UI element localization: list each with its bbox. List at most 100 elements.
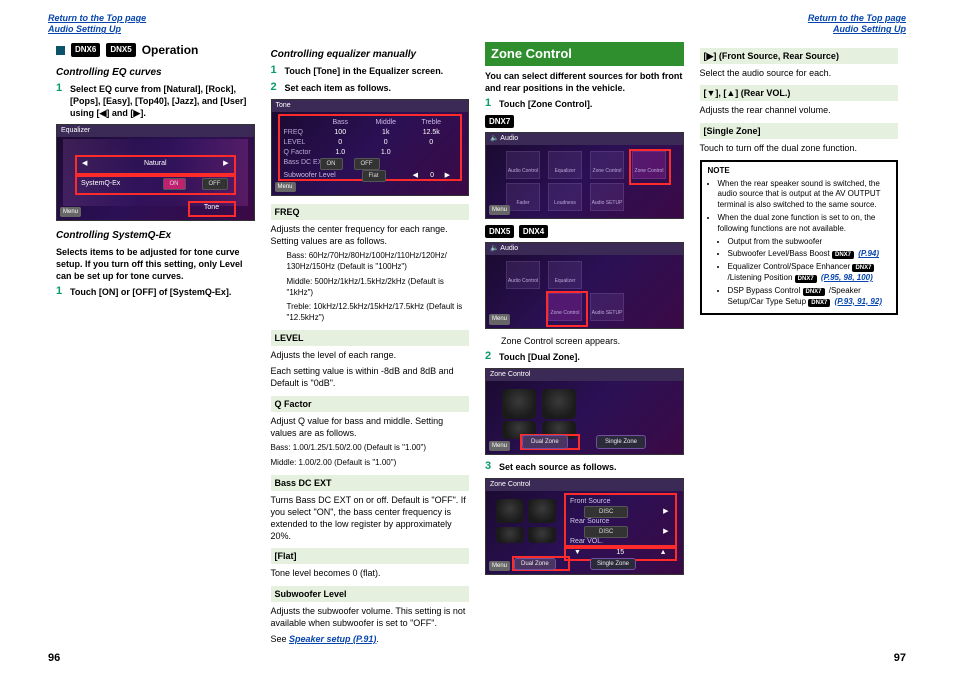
model-chip-dnx4: DNX4 bbox=[519, 225, 548, 238]
tone-btn-highlight: Tone bbox=[188, 201, 236, 217]
hdr-link-right[interactable]: Return to the Top page Audio Setting Up bbox=[808, 13, 906, 36]
nat-row-highlight: ◀ Natural ▶ bbox=[75, 155, 236, 175]
tone-grid-highlight: Bass Middle Treble FREQ LEVEL Q Factor B… bbox=[278, 114, 463, 181]
dual-zone-button: Dual Zone bbox=[522, 435, 568, 449]
hdr-link-left[interactable]: Return to the Top page Audio Setting Up bbox=[48, 13, 146, 36]
arrow-right-icon: ▶ bbox=[223, 159, 228, 168]
tile-equalizer: Equalizer bbox=[548, 261, 582, 289]
operation-text: Operation bbox=[142, 42, 199, 58]
step-text: Set each source as follows. bbox=[499, 461, 684, 473]
note-list: When the rear speaker sound is switched,… bbox=[708, 179, 891, 235]
eq-curves-heading: Controlling EQ curves bbox=[56, 66, 255, 80]
col-2: Controlling equalizer manually 1Touch [T… bbox=[263, 42, 478, 643]
page-num-left: 96 bbox=[48, 652, 60, 664]
step-num: 1 bbox=[56, 286, 66, 298]
step: 1Touch [Zone Control]. bbox=[485, 98, 684, 110]
dcx-text: Turns Bass DC EXT on or off. Default is … bbox=[271, 494, 470, 543]
model-chip: DNX7 bbox=[808, 299, 830, 307]
note-subitem: Equalizer Control/Space Enhancer DNX7 /L… bbox=[728, 262, 891, 284]
row-freq: FREQ bbox=[284, 128, 303, 137]
model-chip: DNX7 bbox=[803, 288, 825, 296]
note-subitem: Output from the subwoofer bbox=[728, 237, 891, 248]
tone-label: Tone bbox=[204, 204, 219, 211]
zone-intro: You can select different sources for bot… bbox=[485, 70, 684, 94]
col-4: [▶] (Front Source, Rear Source) Select t… bbox=[692, 42, 907, 643]
screenshot-audio-menu-7: 🔈 Audio Audio Control Equalizer Zone Con… bbox=[485, 132, 684, 219]
page-link[interactable]: (P.94) bbox=[858, 249, 879, 258]
shot-titlebar: Tone bbox=[272, 100, 469, 112]
tile-audio-control: Audio Control bbox=[506, 261, 540, 289]
menu-button: Menu bbox=[275, 182, 296, 192]
step-text: Touch [ON] or [OFF] of [SystemQ-Ex]. bbox=[70, 286, 255, 298]
manual-spread: Return to the Top page Audio Setting Up … bbox=[0, 0, 954, 677]
arrow-right-icon: ▶ bbox=[445, 171, 450, 180]
step: 1 Touch [ON] or [OFF] of [SystemQ-Ex]. bbox=[56, 286, 255, 298]
note-box: NOTE When the rear speaker sound is swit… bbox=[700, 160, 899, 316]
audio-setting-link[interactable]: Audio Setting Up bbox=[48, 24, 121, 34]
page-link[interactable]: (P.93, 91, 92) bbox=[835, 297, 882, 306]
qf-bass: Bass: 1.00/1.25/1.50/2.00 (Default is "1… bbox=[271, 443, 470, 454]
level-t1: Adjusts the level of each range. bbox=[271, 349, 470, 361]
single-zone-button: Single Zone bbox=[590, 558, 636, 570]
step: 3Set each source as follows. bbox=[485, 461, 684, 473]
model-chip-dnx5: DNX5 bbox=[485, 225, 514, 238]
screenshot-dual-zone: Zone Control Dual Zone Single Zone Menu bbox=[485, 368, 684, 455]
row-qf: Q Factor bbox=[284, 148, 311, 157]
seat-icon bbox=[528, 527, 556, 543]
zone-after: Zone Control screen appears. bbox=[485, 335, 684, 347]
audio-setting-link[interactable]: Audio Setting Up bbox=[833, 24, 906, 34]
tile-zone-control-hl: Zone Control bbox=[632, 151, 666, 179]
freq-heading: FREQ bbox=[271, 204, 470, 220]
tile-zone-control-hl: Zone Control bbox=[548, 293, 582, 321]
sysqex-desc: Selects items to be adjusted for tone cu… bbox=[56, 246, 255, 282]
menu-button: Menu bbox=[489, 561, 510, 571]
col-bass: Bass bbox=[318, 118, 364, 127]
dcx-heading: Bass DC EXT bbox=[271, 475, 470, 491]
on-btn: ON bbox=[320, 158, 343, 170]
freq-mid: Middle: 500Hz/1kHz/1.5kHz/2kHz (Default … bbox=[271, 277, 470, 299]
val-l: 0 bbox=[409, 138, 455, 147]
freq-bass: Bass: 60Hz/70Hz/80Hz/100Hz/110Hz/120Hz/ … bbox=[271, 251, 470, 273]
seat-icon bbox=[542, 389, 576, 419]
step: 2Set each item as follows. bbox=[271, 82, 470, 94]
val-l: 0 bbox=[363, 138, 409, 147]
shot-titlebar: Zone Control bbox=[486, 479, 683, 491]
menu-button: Menu bbox=[60, 207, 81, 217]
note-item: When the rear speaker sound is switched,… bbox=[718, 179, 891, 211]
freq-text: Adjusts the center frequency for each ra… bbox=[271, 223, 470, 247]
speaker-setup-link[interactable]: Speaker setup (P.91) bbox=[289, 634, 376, 644]
col-3: Zone Control You can select different so… bbox=[477, 42, 692, 643]
return-top-link[interactable]: Return to the Top page bbox=[808, 13, 906, 23]
off-button: OFF bbox=[202, 178, 228, 190]
model-chip: DNX7 bbox=[852, 264, 874, 272]
step-text: Touch [Dual Zone]. bbox=[499, 351, 684, 363]
val-q: 1.0 bbox=[318, 148, 364, 157]
sub-see: See Speaker setup (P.91). bbox=[271, 633, 470, 645]
sysqex-heading: Controlling SystemQ-Ex bbox=[56, 229, 255, 243]
val-f2: 1k bbox=[363, 128, 409, 137]
sub-heading: Subwoofer Level bbox=[271, 586, 470, 602]
val-f3: 12.5k bbox=[409, 128, 455, 137]
val-q: 1.0 bbox=[363, 148, 409, 157]
seat-icon bbox=[502, 389, 536, 419]
val-f1: 100 bbox=[318, 128, 364, 137]
step-num: 1 bbox=[56, 83, 66, 119]
freq-tre: Treble: 10kHz/12.5kHz/15kHz/17.5kHz (Def… bbox=[271, 302, 470, 324]
sysq-label: SystemQ-Ex bbox=[81, 179, 120, 188]
step-num: 1 bbox=[271, 65, 281, 77]
col-tre: Treble bbox=[409, 118, 455, 127]
seat-icon bbox=[528, 499, 556, 523]
menu-button: Menu bbox=[489, 441, 510, 451]
off-btn: OFF bbox=[354, 158, 380, 170]
step-num: 2 bbox=[485, 351, 495, 363]
model-chip-dnx5: DNX5 bbox=[106, 43, 135, 58]
row-level: LEVEL bbox=[284, 138, 306, 147]
front-rear-text: Select the audio source for each. bbox=[700, 67, 899, 79]
return-top-link[interactable]: Return to the Top page bbox=[48, 13, 146, 23]
dual-zone-button: Dual Zone bbox=[514, 558, 556, 570]
bullet-icon bbox=[56, 46, 65, 55]
tile-zone-control: Zone Control bbox=[590, 151, 624, 179]
page-link[interactable]: (P.95, 98, 100) bbox=[821, 273, 873, 282]
qf-mid: Middle: 1.00/2.00 (Default is "1.00") bbox=[271, 458, 470, 469]
step-text: Touch [Zone Control]. bbox=[499, 98, 684, 110]
